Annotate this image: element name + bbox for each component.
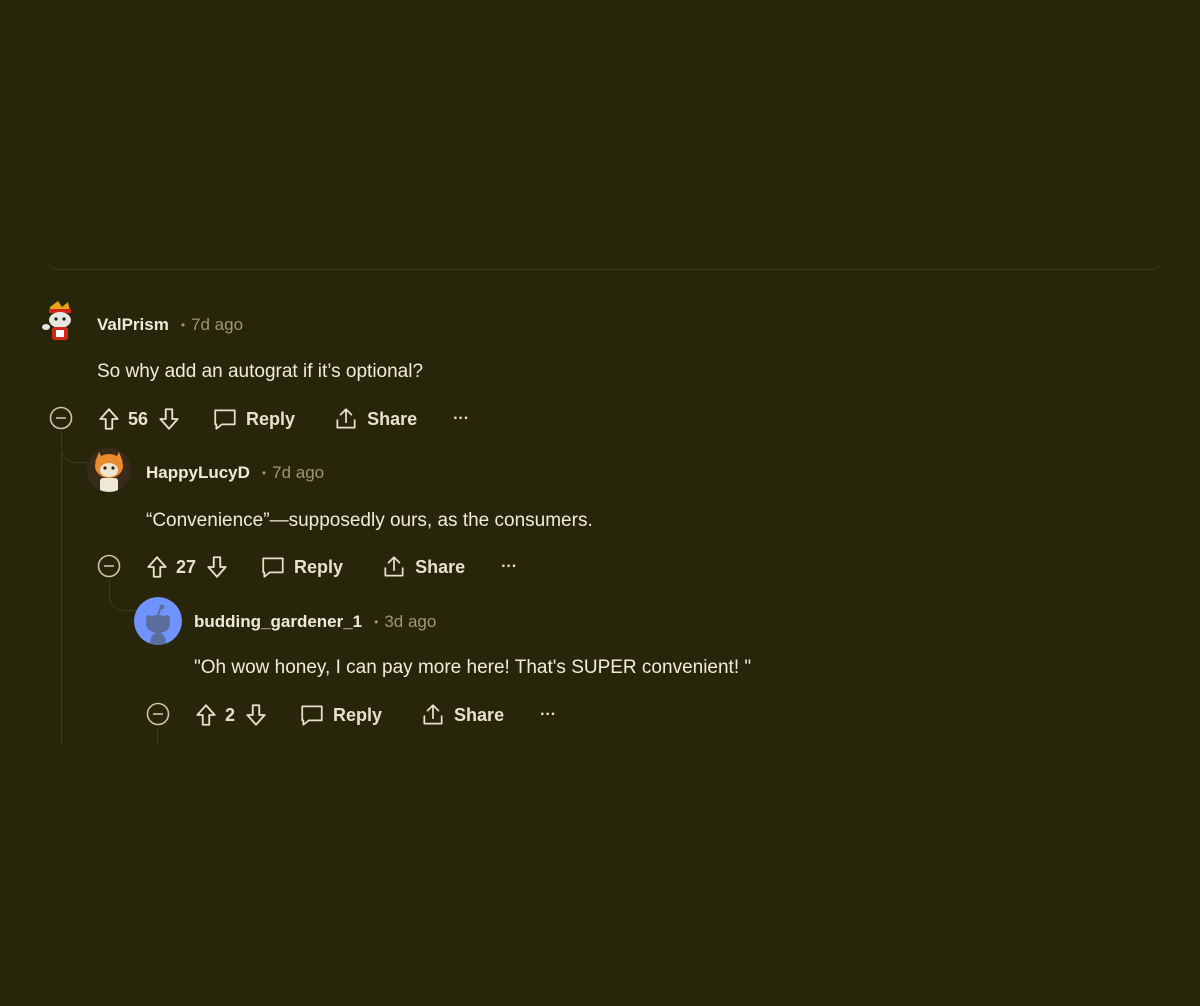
share-icon bbox=[423, 704, 443, 725]
default-snoo-avatar-icon bbox=[134, 597, 182, 645]
author-name[interactable]: budding_gardener_1 bbox=[194, 612, 362, 632]
separator-dot: • bbox=[374, 615, 379, 629]
collapse-button[interactable] bbox=[97, 554, 121, 578]
comment-body: So why add an autograt if it’s optional? bbox=[97, 361, 424, 382]
reply-button[interactable]: Reply bbox=[299, 702, 382, 728]
avatar[interactable] bbox=[134, 597, 182, 645]
upvote-button[interactable] bbox=[144, 554, 170, 580]
vote-count: 27 bbox=[176, 556, 197, 577]
share-icon bbox=[336, 408, 356, 429]
vote-count: 2 bbox=[225, 704, 236, 725]
more-options-icon: ··· bbox=[453, 410, 470, 427]
reply-button[interactable]: Reply bbox=[212, 406, 295, 432]
share-button[interactable]: Share bbox=[333, 406, 417, 432]
vote-count: 56 bbox=[128, 408, 149, 429]
collapse-button[interactable] bbox=[146, 702, 170, 726]
upvote-icon bbox=[99, 408, 119, 430]
avatar[interactable] bbox=[38, 299, 82, 343]
collapse-button[interactable] bbox=[49, 406, 73, 430]
share-button[interactable]: Share bbox=[420, 702, 504, 728]
thread-line bbox=[157, 728, 158, 746]
snoo-avatar-icon bbox=[38, 299, 82, 343]
comment-bubble-icon bbox=[301, 705, 323, 726]
comment-body: “Convenience”—supposedly ours, as the co… bbox=[146, 510, 593, 531]
upvote-button[interactable] bbox=[193, 702, 219, 728]
downvote-icon bbox=[246, 704, 266, 726]
snoo-avatar-icon bbox=[87, 448, 131, 492]
comment-bubble-icon bbox=[214, 409, 236, 430]
minus-circle-icon bbox=[49, 406, 73, 430]
reply-label: Reply bbox=[246, 408, 296, 429]
more-options-button[interactable]: ··· bbox=[540, 706, 556, 724]
avatar[interactable] bbox=[87, 448, 131, 492]
share-icon bbox=[384, 556, 404, 577]
thread-elbow bbox=[109, 580, 136, 611]
downvote-icon bbox=[159, 408, 179, 430]
separator-dot: • bbox=[261, 466, 267, 480]
more-options-icon: ··· bbox=[540, 706, 557, 723]
share-button[interactable]: Share bbox=[381, 554, 465, 580]
separator-dot: • bbox=[180, 318, 186, 332]
author-name[interactable]: HappyLucyD bbox=[146, 463, 250, 483]
comment-body: "Oh wow honey, I can pay more here! That… bbox=[194, 657, 752, 678]
reply-label: Reply bbox=[333, 704, 383, 725]
timestamp[interactable]: 7d ago bbox=[272, 463, 324, 483]
timestamp[interactable]: 3d ago bbox=[384, 612, 436, 632]
more-options-icon: ··· bbox=[501, 558, 518, 575]
reply-label: Reply bbox=[294, 556, 344, 577]
more-options-button[interactable]: ··· bbox=[501, 558, 517, 576]
upvote-icon bbox=[147, 556, 167, 578]
minus-circle-icon bbox=[146, 702, 170, 726]
upvote-button[interactable] bbox=[96, 406, 122, 432]
post-divider bbox=[46, 257, 1164, 270]
reply-button[interactable]: Reply bbox=[260, 554, 343, 580]
more-options-button[interactable]: ··· bbox=[453, 410, 469, 428]
thread-elbow bbox=[61, 432, 88, 463]
timestamp[interactable]: 7d ago bbox=[191, 315, 243, 335]
share-label: Share bbox=[454, 704, 505, 725]
share-label: Share bbox=[367, 408, 418, 429]
downvote-button[interactable] bbox=[204, 554, 230, 580]
minus-circle-icon bbox=[97, 554, 121, 578]
author-name[interactable]: ValPrism bbox=[97, 315, 169, 335]
downvote-icon bbox=[207, 556, 227, 578]
share-label: Share bbox=[415, 556, 466, 577]
upvote-icon bbox=[196, 704, 216, 726]
comment-bubble-icon bbox=[262, 557, 284, 578]
downvote-button[interactable] bbox=[156, 406, 182, 432]
thread-line bbox=[61, 432, 62, 746]
downvote-button[interactable] bbox=[243, 702, 269, 728]
